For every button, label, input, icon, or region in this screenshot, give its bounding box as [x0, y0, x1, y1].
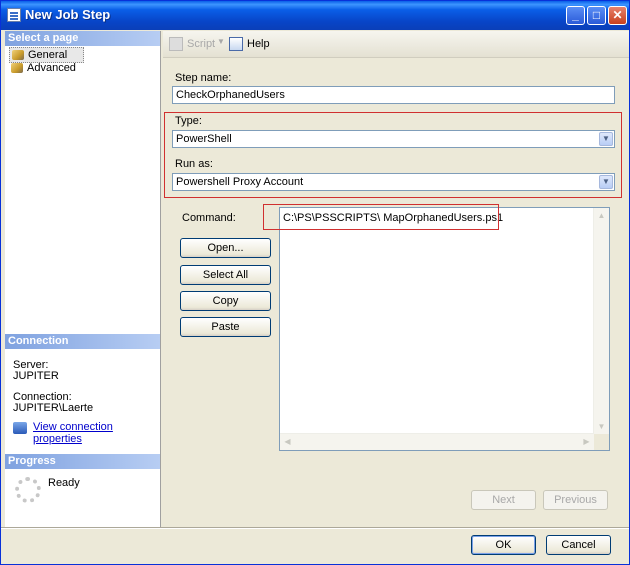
- paste-button[interactable]: Paste: [180, 317, 271, 337]
- horizontal-scrollbar[interactable]: ◀ ▶: [280, 433, 594, 450]
- help-icon: [229, 37, 243, 51]
- run-as-label: Run as:: [175, 158, 213, 170]
- cancel-button[interactable]: Cancel: [546, 535, 611, 555]
- script-label: Script: [187, 38, 216, 50]
- maximize-icon: □: [592, 8, 601, 22]
- close-button[interactable]: ✕: [608, 6, 627, 25]
- progress-status: Ready: [48, 477, 80, 489]
- connection-header: Connection: [5, 334, 160, 349]
- script-icon: [169, 37, 183, 51]
- step-name-label: Step name:: [175, 72, 232, 84]
- copy-button[interactable]: Copy: [180, 291, 271, 311]
- step-name-input[interactable]: CheckOrphanedUsers: [172, 86, 615, 104]
- maximize-button[interactable]: □: [587, 6, 606, 25]
- vertical-scrollbar[interactable]: ▲ ▼: [593, 208, 609, 434]
- left-pane: Select a page General Advanced Connectio…: [5, 31, 161, 527]
- script-dropdown-icon[interactable]: ▼: [217, 37, 225, 46]
- chevron-down-icon[interactable]: ▼: [599, 175, 613, 189]
- connection-value: JUPITER\Laerte: [13, 402, 94, 414]
- type-label: Type:: [175, 115, 202, 127]
- server-value: JUPITER: [13, 370, 59, 382]
- page-icon: [12, 50, 24, 60]
- scrollbar-corner: [594, 434, 609, 450]
- progress-spinner-icon: [15, 477, 41, 503]
- ok-button[interactable]: OK: [471, 535, 536, 555]
- dialog-window: New Job Step _ □ ✕ Select a page General…: [0, 0, 630, 565]
- page-icon: [11, 63, 23, 73]
- run-as-select-value: Powershell Proxy Account: [176, 176, 304, 188]
- help-button[interactable]: Help: [229, 37, 270, 51]
- title-bar[interactable]: New Job Step _ □ ✕: [1, 1, 629, 30]
- command-highlight: [263, 204, 499, 230]
- script-button[interactable]: Script: [169, 37, 215, 51]
- select-page-header: Select a page: [5, 31, 160, 46]
- scroll-up-icon[interactable]: ▲: [594, 208, 609, 223]
- view-connection-properties-link[interactable]: View connection properties: [33, 421, 160, 445]
- page-item-label: Advanced: [27, 62, 76, 74]
- minimize-button[interactable]: _: [566, 6, 585, 25]
- type-select-value: PowerShell: [176, 133, 232, 145]
- type-select[interactable]: PowerShell ▼: [172, 130, 615, 148]
- window-title: New Job Step: [25, 7, 111, 22]
- command-label: Command:: [182, 212, 236, 224]
- chevron-down-icon[interactable]: ▼: [599, 132, 613, 146]
- previous-button[interactable]: Previous: [543, 490, 608, 510]
- next-button[interactable]: Next: [471, 490, 536, 510]
- scroll-left-icon[interactable]: ◀: [280, 434, 295, 449]
- close-icon: ✕: [612, 8, 623, 22]
- run-as-select[interactable]: Powershell Proxy Account ▼: [172, 173, 615, 191]
- window-icon: [7, 8, 21, 22]
- minimize-icon: _: [572, 8, 579, 22]
- scroll-down-icon[interactable]: ▼: [594, 419, 609, 434]
- help-label: Help: [247, 38, 270, 50]
- toolbar: Script ▼ Help: [163, 31, 629, 58]
- command-textarea[interactable]: C:\PS\PSSCRIPTS\ MapOrphanedUsers.ps1 ▲ …: [279, 207, 610, 451]
- page-item-advanced[interactable]: Advanced: [9, 61, 76, 75]
- progress-header: Progress: [5, 454, 160, 469]
- connection-properties-icon: [13, 422, 27, 434]
- select-all-button[interactable]: Select All: [180, 265, 271, 285]
- open-button[interactable]: Open...: [180, 238, 271, 258]
- scroll-right-icon[interactable]: ▶: [579, 434, 594, 449]
- page-item-label: General: [28, 49, 68, 61]
